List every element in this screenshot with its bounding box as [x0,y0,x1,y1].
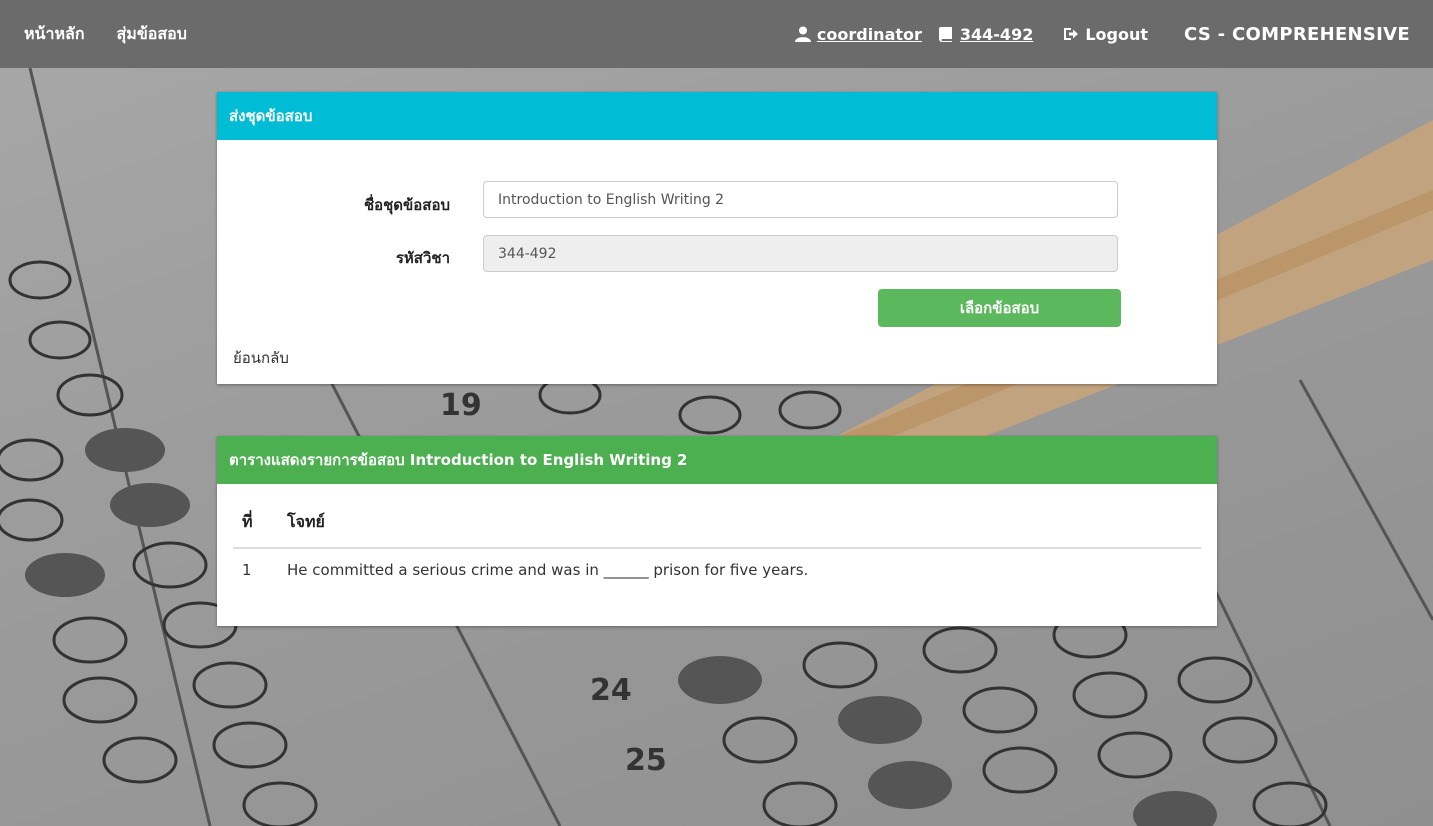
brand-title: CS - COMPREHENSIVE [1184,23,1410,45]
nav-user-link[interactable]: coordinator [794,25,922,44]
course-code-field: 344-492 [483,235,1118,272]
svg-text:19: 19 [440,388,482,423]
book-icon [938,27,952,42]
exam-set-field[interactable]: Introduction to English Writing 2 [483,181,1118,218]
nav-home-link[interactable]: หน้าหลัก [24,22,85,47]
nav-course-label[interactable]: 344-492 [960,25,1033,44]
column-header-no: ที่ [233,504,278,549]
nav-right: coordinator 344-492 Logout CS - COMPREHE… [794,23,1433,45]
exam-list-table: ที่ โจทย์ 1 He committed a serious crime… [233,504,1201,591]
back-link[interactable]: ย้อนกลับ [233,346,289,370]
top-navbar: หน้าหลัก สุ่มข้อสอบ coordinator 344-492 … [0,0,1433,68]
send-exam-panel-title: ส่งชุดข้อสอบ [217,92,1217,140]
nav-user-label[interactable]: coordinator [817,25,922,44]
exam-set-label: ชื่อชุดข้อสอบ [363,196,450,214]
table-header-row: ที่ โจทย์ [233,504,1201,549]
table-row: 1 He committed a serious crime and was i… [233,548,1201,591]
user-icon [794,26,811,42]
exam-list-panel-title: ตารางแสดงรายการข้อสอบ Introduction to En… [217,436,1217,484]
exam-list-panel: ตารางแสดงรายการข้อสอบ Introduction to En… [217,436,1217,626]
svg-text:25: 25 [625,743,667,778]
nav-logout-link[interactable]: Logout [1063,25,1148,44]
column-header-question: โจทย์ [278,504,1201,549]
course-code-label: รหัสวิชา [395,249,450,267]
svg-text:24: 24 [590,673,632,708]
nav-course-link[interactable]: 344-492 [938,25,1033,44]
send-exam-panel: ส่งชุดข้อสอบ ชื่อชุดข้อสอบ Introduction … [217,92,1217,384]
nav-random-exam-link[interactable]: สุ่มข้อสอบ [117,22,187,47]
nav-logout-label[interactable]: Logout [1085,25,1148,44]
nav-left: หน้าหลัก สุ่มข้อสอบ [0,22,187,47]
select-exam-button[interactable]: เลือกข้อสอบ [878,289,1121,327]
row-no-cell: 1 [242,561,252,579]
logout-icon [1064,28,1079,40]
row-question-cell: He committed a serious crime and was in … [287,561,809,579]
